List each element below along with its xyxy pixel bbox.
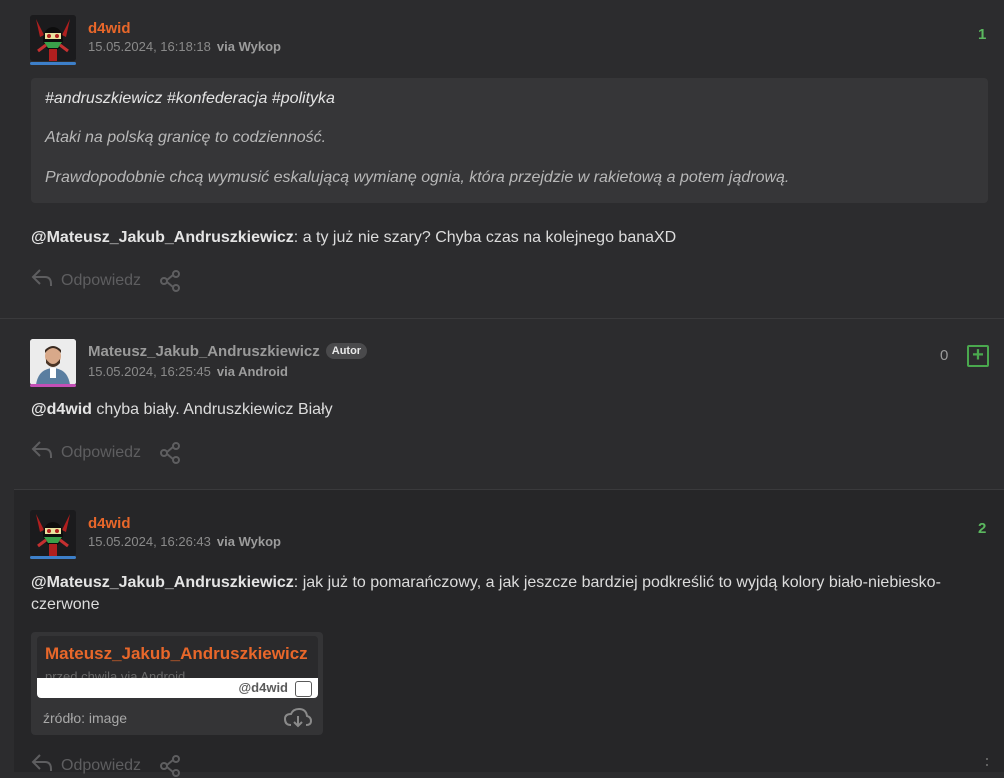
- username-row: Mateusz_Jakub_Andruszkiewicz Autor: [88, 343, 368, 360]
- username[interactable]: Mateusz_Jakub_Andruszkiewicz: [88, 343, 320, 360]
- comment-actions: Odpowiedz: [31, 753, 181, 778]
- quote-line-2: Prawdopodobnie chcą wymusić eskalującą w…: [45, 169, 790, 186]
- quote-tags[interactable]: #andruszkiewicz #konfederacja #polityka: [45, 90, 335, 108]
- username[interactable]: d4wid: [88, 20, 131, 37]
- vote-score: 1: [978, 26, 987, 43]
- vote-score: 0: [940, 347, 949, 364]
- comment-2: Mateusz_Jakub_Andruszkiewicz Autor 15.05.…: [0, 318, 1004, 489]
- comment-meta: 15.05.2024, 16:26:43 via Wykop: [88, 534, 281, 549]
- reply-button[interactable]: Odpowiedz: [61, 272, 141, 290]
- avatar[interactable]: [30, 15, 76, 61]
- inner-mention: @d4wid: [238, 680, 288, 695]
- share-icon[interactable]: [159, 754, 181, 777]
- comment-meta: 15.05.2024, 16:25:45 via Android: [88, 364, 288, 379]
- vote-score: 2: [978, 520, 987, 537]
- mention-link[interactable]: @Mateusz_Jakub_Andruszkiewicz: [31, 574, 294, 591]
- image-source-label: źródło: image: [43, 710, 128, 726]
- comment-3: d4wid 15.05.2024, 16:26:43 via Wykop 2 @M…: [14, 489, 1004, 777]
- share-icon[interactable]: [159, 269, 181, 292]
- timestamp: 15.05.2024, 16:25:45: [88, 364, 211, 379]
- avatar-color-bar: [30, 556, 76, 559]
- avatar-color-bar: [30, 384, 76, 387]
- cloud-download-icon[interactable]: [283, 707, 313, 735]
- more-options-icon[interactable]: · ·: [984, 749, 990, 773]
- avatar-devil-icon: [30, 510, 76, 556]
- share-icon[interactable]: [159, 441, 181, 464]
- comment-text: @Mateusz_Jakub_Andruszkiewicz: jak już t…: [31, 572, 981, 616]
- comment-body: : a ty już nie szary? Chyba czas na kole…: [293, 229, 677, 246]
- comment-body: chyba biały. Andruszkiewicz Biały: [91, 401, 333, 418]
- reply-icon[interactable]: [31, 268, 53, 293]
- author-badge: Autor: [325, 343, 368, 359]
- inner-username: Mateusz_Jakub_Andruszkiewicz: [45, 644, 308, 663]
- upvote-button[interactable]: +: [967, 345, 989, 367]
- comment-text: @Mateusz_Jakub_Andruszkiewicz: a ty już …: [31, 229, 676, 247]
- comment-text: @d4wid chyba biały. Andruszkiewicz Biały: [31, 401, 333, 419]
- reply-button[interactable]: Odpowiedz: [61, 757, 141, 775]
- reply-button[interactable]: Odpowiedz: [61, 444, 141, 462]
- username[interactable]: d4wid: [88, 515, 131, 532]
- avatar[interactable]: [30, 339, 76, 385]
- comment-body-line-2: czerwone: [31, 596, 100, 613]
- embedded-image[interactable]: Mateusz_Jakub_Andruszkiewicz przed chwil…: [31, 632, 323, 735]
- timestamp: 15.05.2024, 16:18:18: [88, 39, 211, 54]
- avatar[interactable]: [30, 510, 76, 556]
- comment-1: d4wid 15.05.2024, 16:18:18 via Wykop 1 #a…: [0, 0, 1004, 312]
- via-source: via Android: [216, 364, 288, 379]
- comment-actions: Odpowiedz: [31, 268, 181, 293]
- quote-line-1: Ataki na polską granicę to codzienność.: [45, 129, 327, 146]
- reply-icon[interactable]: [31, 753, 53, 778]
- avatar-photo-icon: [30, 339, 76, 385]
- inner-strip: @d4wid: [37, 678, 318, 698]
- quoted-entry: #andruszkiewicz #konfederacja #polityka …: [31, 78, 988, 203]
- via-source: via Wykop: [216, 534, 281, 549]
- screenshot-preview[interactable]: Mateusz_Jakub_Andruszkiewicz przed chwil…: [37, 636, 318, 698]
- timestamp: 15.05.2024, 16:26:43: [88, 534, 211, 549]
- via-source: via Wykop: [216, 39, 281, 54]
- mention-link[interactable]: @Mateusz_Jakub_Andruszkiewicz: [31, 229, 294, 246]
- mention-link[interactable]: @d4wid: [31, 401, 92, 418]
- reply-icon[interactable]: [31, 440, 53, 465]
- comment-actions: Odpowiedz: [31, 440, 181, 465]
- comment-body-line-1: : jak już to pomarańczowy, a jak jeszcze…: [293, 574, 941, 591]
- avatar-devil-icon: [30, 15, 76, 61]
- comment-meta: 15.05.2024, 16:18:18 via Wykop: [88, 39, 281, 54]
- wykop-logo-icon: [295, 681, 312, 697]
- avatar-color-bar: [30, 62, 76, 65]
